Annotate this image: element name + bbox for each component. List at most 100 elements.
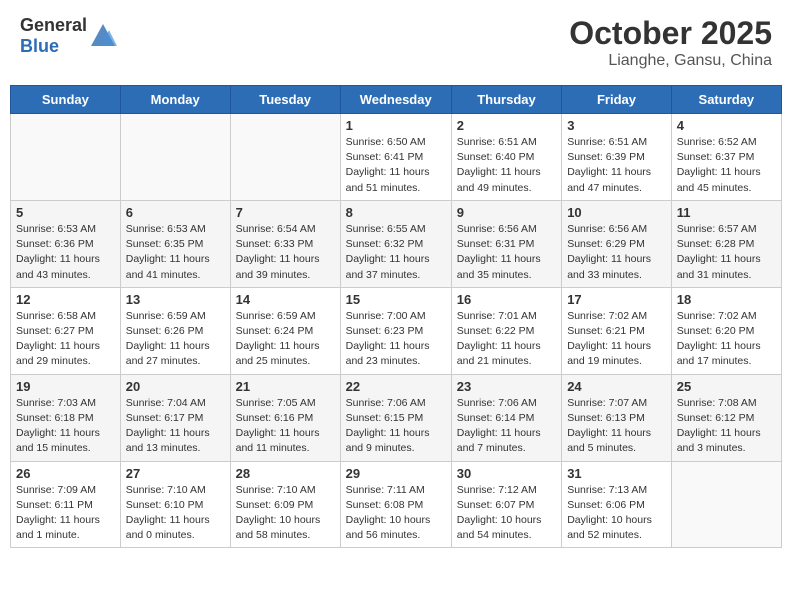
day-number: 12 xyxy=(16,292,115,307)
day-info: Sunrise: 7:12 AMSunset: 6:07 PMDaylight:… xyxy=(457,483,556,544)
calendar-cell xyxy=(230,114,340,201)
day-info: Sunrise: 6:59 AMSunset: 6:26 PMDaylight:… xyxy=(126,309,225,370)
day-number: 22 xyxy=(346,379,446,394)
day-info: Sunrise: 7:03 AMSunset: 6:18 PMDaylight:… xyxy=(16,396,115,457)
calendar-cell: 24 Sunrise: 7:07 AMSunset: 6:13 PMDayligh… xyxy=(562,374,672,461)
calendar-cell: 4Sunrise: 6:52 AMSunset: 6:37 PMDaylight… xyxy=(671,114,781,201)
calendar-cell: 27Sunrise: 7:10 AMSunset: 6:10 PMDayligh… xyxy=(120,461,230,548)
location: Lianghe, Gansu, China xyxy=(569,52,772,70)
day-number: 28 xyxy=(236,466,335,481)
calendar-week-row: 1Sunrise: 6:50 AMSunset: 6:41 PMDaylight… xyxy=(11,114,782,201)
calendar-table: SundayMondayTuesdayWednesdayThursdayFrid… xyxy=(10,85,782,548)
day-number: 19 xyxy=(16,379,115,394)
day-info: Sunrise: 6:53 AMSunset: 6:35 PMDaylight:… xyxy=(126,222,225,283)
calendar-cell: 22 Sunrise: 7:06 AMSunset: 6:15 PMDayligh… xyxy=(340,374,451,461)
calendar-header-friday: Friday xyxy=(562,86,672,114)
day-info: Sunrise: 7:13 AMSunset: 6:06 PMDaylight:… xyxy=(567,483,666,544)
calendar-cell: 31Sunrise: 7:13 AMSunset: 6:06 PMDayligh… xyxy=(562,461,672,548)
day-info: Sunrise: 6:59 AMSunset: 6:24 PMDaylight:… xyxy=(236,309,335,370)
day-info: Sunrise: 6:53 AMSunset: 6:36 PMDaylight:… xyxy=(16,222,115,283)
calendar-cell: 13 Sunrise: 6:59 AMSunset: 6:26 PMDayligh… xyxy=(120,287,230,374)
logo-icon xyxy=(89,22,117,50)
calendar-cell: 3 Sunrise: 6:51 AMSunset: 6:39 PMDaylight… xyxy=(562,114,672,201)
calendar-cell: 8Sunrise: 6:55 AMSunset: 6:32 PMDaylight… xyxy=(340,200,451,287)
day-number: 24 xyxy=(567,379,666,394)
calendar-cell: 17 Sunrise: 7:02 AMSunset: 6:21 PMDayligh… xyxy=(562,287,672,374)
day-info: Sunrise: 6:56 AMSunset: 6:31 PMDaylight:… xyxy=(457,222,556,283)
day-info: Sunrise: 6:56 AMSunset: 6:29 PMDaylight:… xyxy=(567,222,666,283)
day-info: Sunrise: 7:06 AMSunset: 6:15 PMDaylight:… xyxy=(346,396,446,457)
day-info: Sunrise: 7:05 AMSunset: 6:16 PMDaylight:… xyxy=(236,396,335,457)
day-info: Sunrise: 6:58 AMSunset: 6:27 PMDaylight:… xyxy=(16,309,115,370)
title-area: October 2025 Lianghe, Gansu, China xyxy=(569,15,772,70)
day-number: 25 xyxy=(677,379,776,394)
calendar-cell: 23 Sunrise: 7:06 AMSunset: 6:14 PMDayligh… xyxy=(451,374,561,461)
calendar-header-row: SundayMondayTuesdayWednesdayThursdayFrid… xyxy=(11,86,782,114)
calendar-cell: 30 Sunrise: 7:12 AMSunset: 6:07 PMDayligh… xyxy=(451,461,561,548)
day-number: 23 xyxy=(457,379,556,394)
day-number: 16 xyxy=(457,292,556,307)
calendar-cell: 12 Sunrise: 6:58 AMSunset: 6:27 PMDayligh… xyxy=(11,287,121,374)
day-info: Sunrise: 7:08 AMSunset: 6:12 PMDaylight:… xyxy=(677,396,776,457)
calendar-cell: 29 Sunrise: 7:11 AMSunset: 6:08 PMDayligh… xyxy=(340,461,451,548)
calendar-header-saturday: Saturday xyxy=(671,86,781,114)
day-number: 30 xyxy=(457,466,556,481)
calendar-cell: 26 Sunrise: 7:09 AMSunset: 6:11 PMDayligh… xyxy=(11,461,121,548)
day-number: 7 xyxy=(236,205,335,220)
calendar-cell: 1Sunrise: 6:50 AMSunset: 6:41 PMDaylight… xyxy=(340,114,451,201)
calendar-header-monday: Monday xyxy=(120,86,230,114)
day-number: 29 xyxy=(346,466,446,481)
day-info: Sunrise: 6:54 AMSunset: 6:33 PMDaylight:… xyxy=(236,222,335,283)
day-info: Sunrise: 7:09 AMSunset: 6:11 PMDaylight:… xyxy=(16,483,115,544)
day-number: 15 xyxy=(346,292,446,307)
day-number: 10 xyxy=(567,205,666,220)
calendar-cell xyxy=(120,114,230,201)
logo: General Blue xyxy=(20,15,117,57)
day-number: 26 xyxy=(16,466,115,481)
calendar-cell: 19 Sunrise: 7:03 AMSunset: 6:18 PMDayligh… xyxy=(11,374,121,461)
calendar-cell: 11 Sunrise: 6:57 AMSunset: 6:28 PMDayligh… xyxy=(671,200,781,287)
calendar-header-thursday: Thursday xyxy=(451,86,561,114)
day-number: 20 xyxy=(126,379,225,394)
logo-general: General xyxy=(20,15,87,35)
day-info: Sunrise: 7:06 AMSunset: 6:14 PMDaylight:… xyxy=(457,396,556,457)
calendar-cell: 2 Sunrise: 6:51 AMSunset: 6:40 PMDaylight… xyxy=(451,114,561,201)
day-number: 6 xyxy=(126,205,225,220)
calendar-cell xyxy=(11,114,121,201)
logo-blue: Blue xyxy=(20,36,59,56)
day-info: Sunrise: 7:02 AMSunset: 6:21 PMDaylight:… xyxy=(567,309,666,370)
calendar-cell: 14Sunrise: 6:59 AMSunset: 6:24 PMDayligh… xyxy=(230,287,340,374)
day-number: 2 xyxy=(457,118,556,133)
day-number: 17 xyxy=(567,292,666,307)
calendar-cell: 10 Sunrise: 6:56 AMSunset: 6:29 PMDayligh… xyxy=(562,200,672,287)
day-info: Sunrise: 6:57 AMSunset: 6:28 PMDaylight:… xyxy=(677,222,776,283)
calendar-cell: 15 Sunrise: 7:00 AMSunset: 6:23 PMDayligh… xyxy=(340,287,451,374)
day-info: Sunrise: 6:51 AMSunset: 6:39 PMDaylight:… xyxy=(567,135,666,196)
day-number: 11 xyxy=(677,205,776,220)
calendar-week-row: 26 Sunrise: 7:09 AMSunset: 6:11 PMDayligh… xyxy=(11,461,782,548)
day-number: 18 xyxy=(677,292,776,307)
calendar-cell: 16 Sunrise: 7:01 AMSunset: 6:22 PMDayligh… xyxy=(451,287,561,374)
day-number: 13 xyxy=(126,292,225,307)
calendar-cell: 5Sunrise: 6:53 AMSunset: 6:36 PMDaylight… xyxy=(11,200,121,287)
calendar-week-row: 5Sunrise: 6:53 AMSunset: 6:36 PMDaylight… xyxy=(11,200,782,287)
day-info: Sunrise: 7:10 AMSunset: 6:09 PMDaylight:… xyxy=(236,483,335,544)
day-info: Sunrise: 7:02 AMSunset: 6:20 PMDaylight:… xyxy=(677,309,776,370)
day-number: 21 xyxy=(236,379,335,394)
month-title: October 2025 xyxy=(569,15,772,52)
day-number: 9 xyxy=(457,205,556,220)
day-info: Sunrise: 6:50 AMSunset: 6:41 PMDaylight:… xyxy=(346,135,446,196)
calendar-cell xyxy=(671,461,781,548)
calendar-cell: 21 Sunrise: 7:05 AMSunset: 6:16 PMDayligh… xyxy=(230,374,340,461)
day-info: Sunrise: 6:55 AMSunset: 6:32 PMDaylight:… xyxy=(346,222,446,283)
day-info: Sunrise: 6:51 AMSunset: 6:40 PMDaylight:… xyxy=(457,135,556,196)
calendar-cell: 6 Sunrise: 6:53 AMSunset: 6:35 PMDaylight… xyxy=(120,200,230,287)
day-number: 3 xyxy=(567,118,666,133)
calendar-cell: 9 Sunrise: 6:56 AMSunset: 6:31 PMDaylight… xyxy=(451,200,561,287)
calendar-header-sunday: Sunday xyxy=(11,86,121,114)
day-info: Sunrise: 7:11 AMSunset: 6:08 PMDaylight:… xyxy=(346,483,446,544)
day-info: Sunrise: 7:07 AMSunset: 6:13 PMDaylight:… xyxy=(567,396,666,457)
day-info: Sunrise: 7:01 AMSunset: 6:22 PMDaylight:… xyxy=(457,309,556,370)
day-info: Sunrise: 6:52 AMSunset: 6:37 PMDaylight:… xyxy=(677,135,776,196)
day-info: Sunrise: 7:00 AMSunset: 6:23 PMDaylight:… xyxy=(346,309,446,370)
